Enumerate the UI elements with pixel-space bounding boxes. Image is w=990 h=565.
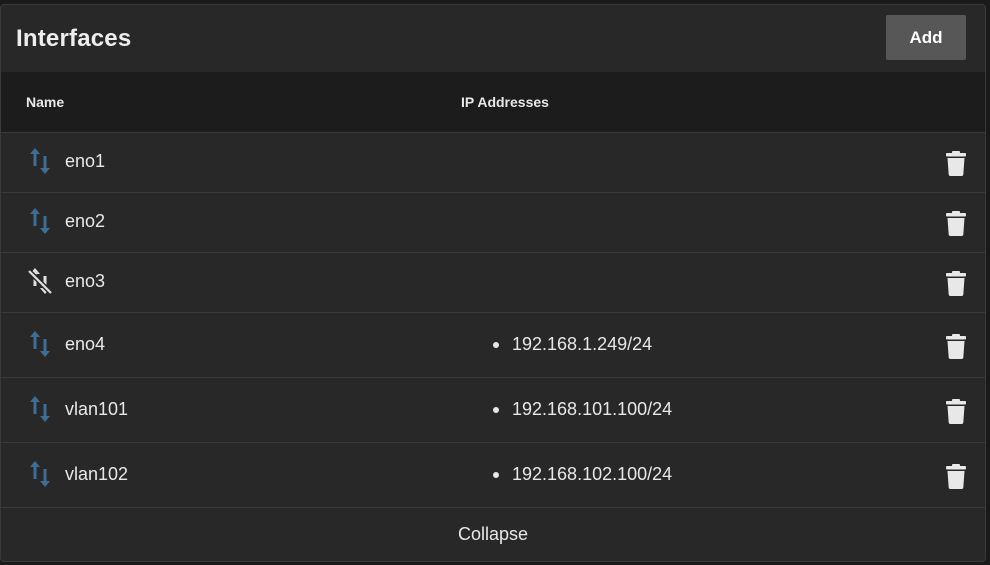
interface-name: vlan101	[65, 399, 129, 419]
bullet-icon	[493, 406, 499, 413]
table-row-vlan102[interactable]: vlan102 192.168.102.100/24	[1, 443, 985, 508]
table-row-eno1[interactable]: eno1	[1, 133, 985, 193]
trash-icon	[946, 334, 966, 359]
link-down-crossed-arrows-icon	[27, 268, 53, 295]
table-row-eno2[interactable]: eno2	[1, 193, 985, 253]
trash-icon	[946, 464, 966, 489]
card-title: Interfaces	[16, 25, 132, 52]
interface-name: eno4	[65, 334, 106, 354]
table-row-eno3[interactable]: eno3	[1, 253, 985, 313]
ip-address-item: 192.168.101.100/24	[493, 399, 672, 420]
ip-address-list: 192.168.1.249/24	[493, 334, 652, 355]
delete-interface-button[interactable]	[941, 208, 971, 238]
delete-interface-button[interactable]	[941, 396, 971, 426]
delete-interface-button[interactable]	[941, 331, 971, 361]
interface-name: eno1	[65, 151, 106, 171]
bullet-icon	[493, 471, 499, 478]
card-footer: Collapse	[1, 508, 985, 560]
ip-address-list: 192.168.101.100/24	[493, 399, 672, 420]
delete-interface-button[interactable]	[941, 268, 971, 298]
interfaces-card: Interfaces Add Name IP Addresses eno1 en…	[0, 4, 986, 562]
ip-address-list: 192.168.102.100/24	[493, 464, 672, 485]
ip-address-value: 192.168.102.100/24	[512, 464, 673, 484]
add-interface-button[interactable]: Add	[886, 15, 966, 60]
trash-icon	[946, 211, 966, 236]
link-up-down-arrows-icon	[30, 208, 50, 234]
column-header-name[interactable]: Name	[26, 94, 64, 110]
trash-icon	[946, 399, 966, 424]
ip-address-item: 192.168.1.249/24	[493, 334, 652, 355]
interface-name: eno3	[65, 271, 106, 291]
collapse-button[interactable]: Collapse	[1, 524, 985, 545]
table-row-eno4[interactable]: eno4 192.168.1.249/24	[1, 313, 985, 378]
ip-address-value: 192.168.101.100/24	[512, 399, 673, 419]
delete-interface-button[interactable]	[941, 148, 971, 178]
table-header: Name IP Addresses	[1, 73, 985, 133]
trash-icon	[946, 271, 966, 296]
ip-address-item: 192.168.102.100/24	[493, 464, 672, 485]
link-up-down-arrows-icon	[30, 396, 50, 422]
bullet-icon	[493, 341, 499, 348]
link-up-down-arrows-icon	[30, 148, 50, 174]
table-row-vlan101[interactable]: vlan101 192.168.101.100/24	[1, 378, 985, 443]
link-up-down-arrows-icon	[30, 461, 50, 487]
trash-icon	[946, 151, 966, 176]
column-header-ip-addresses[interactable]: IP Addresses	[461, 94, 549, 110]
card-header: Interfaces Add	[1, 5, 985, 73]
link-up-down-arrows-icon	[30, 331, 50, 357]
interface-name: vlan102	[65, 464, 129, 484]
interface-name: eno2	[65, 211, 106, 231]
ip-address-value: 192.168.1.249/24	[512, 334, 653, 354]
delete-interface-button[interactable]	[941, 461, 971, 491]
